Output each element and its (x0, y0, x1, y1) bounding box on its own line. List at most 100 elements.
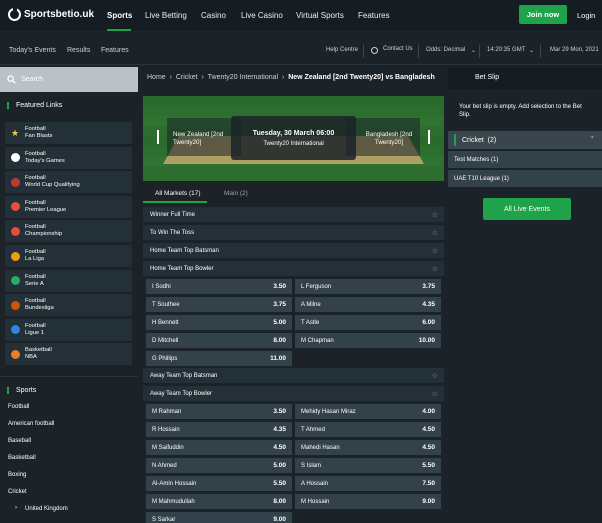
odds-selection[interactable]: T Astle 6.00 (295, 315, 441, 330)
featured-link-text: Football Fan Blasts (25, 126, 52, 140)
featured-link-item[interactable]: Football Bundesliga (5, 294, 132, 317)
selection-name: A Milne (301, 301, 321, 308)
featured-link-item[interactable]: Basketball NBA (5, 343, 132, 366)
basketball-icon (11, 349, 20, 359)
featured-link-text: Football Championship (25, 224, 62, 238)
featured-link-item[interactable]: Football Ligue 1 (5, 318, 132, 341)
selection-price: 4.35 (422, 301, 435, 308)
todays-events-link[interactable]: Today's Events (9, 47, 56, 54)
featured-link-item[interactable]: ★ Football Fan Blasts (5, 122, 132, 144)
featured-link-text: Football La Liga (25, 249, 46, 263)
odds-selection[interactable]: A Hossain 7.50 (295, 476, 441, 491)
breadcrumb-cricket[interactable]: Cricket (176, 74, 198, 81)
selection-price: 8.00 (273, 337, 286, 344)
sport-basketball[interactable]: Basketball (8, 455, 36, 461)
odds-selection[interactable]: S Sarkar 9.00 (146, 512, 292, 523)
odds-selection[interactable]: L Ferguson 3.75 (295, 279, 441, 294)
results-link[interactable]: Results (67, 47, 90, 54)
sport-region-united-kingdom[interactable]: United Kingdom (25, 506, 68, 512)
selection-name: G Phillips (152, 355, 178, 362)
help-centre-link[interactable]: Help Centre (326, 47, 358, 53)
featured-link-item[interactable]: Football La Liga (5, 245, 132, 267)
star-icon[interactable]: ☆ (432, 390, 438, 398)
odds-selection[interactable]: N Ahmed 5.00 (146, 458, 292, 473)
chevron-right-icon: › (167, 74, 174, 81)
odds-selection[interactable]: M Chapman 10.00 (295, 333, 441, 348)
odds-selection[interactable]: T Southee 3.75 (146, 297, 292, 312)
star-icon[interactable]: ☆ (432, 372, 438, 380)
selection-name: T Southee (152, 301, 180, 308)
featured-link-sport: Football (25, 126, 46, 132)
join-now-button[interactable]: Join now (519, 5, 567, 24)
market-away-top-batsman[interactable]: Away Team Top Batsman ☆ (143, 368, 444, 383)
odds-selection[interactable]: Al-Amin Hossain 5.50 (146, 476, 292, 491)
market-home-top-bowler[interactable]: Home Team Top Bowler ☆ (143, 261, 444, 276)
featured-link-item[interactable]: Football Premier League (5, 195, 132, 218)
selection-price: 5.50 (422, 462, 435, 469)
market-home-top-batsman[interactable]: Home Team Top Batsman ☆ (143, 243, 444, 258)
odds-selection[interactable]: H Bennett 5.00 (146, 315, 292, 330)
sport-boxing[interactable]: Boxing (8, 472, 26, 478)
all-live-events-button[interactable]: All Live Events (483, 198, 571, 220)
sport-football[interactable]: Football (8, 404, 29, 410)
odds-selection[interactable]: T Ahmed 4.50 (295, 422, 441, 437)
nav-virtual-sports[interactable]: Virtual Sports (296, 11, 344, 20)
star-icon[interactable]: ☆ (432, 265, 438, 273)
live-cricket-group[interactable]: Cricket (2) ⁺ (448, 131, 602, 149)
selection-price: 5.00 (273, 462, 286, 469)
featured-link-competition: Serie A (25, 280, 44, 287)
cricket-label: Cricket (462, 136, 484, 144)
market-away-top-bowler[interactable]: Away Team Top Bowler ☆ (143, 386, 444, 401)
contact-us-link[interactable]: Contact Us (383, 46, 413, 52)
star-icon[interactable]: ☆ (432, 247, 438, 255)
odds-selection[interactable]: Mehidy Hasan Miraz 4.00 (295, 404, 441, 419)
competition-test-matches[interactable]: Test Matches (1) (448, 151, 602, 168)
odds-selection[interactable]: A Milne 4.35 (295, 297, 441, 312)
nav-sports[interactable]: Sports (107, 11, 132, 20)
features-link[interactable]: Features (101, 47, 129, 54)
odds-selection[interactable]: M Rahman 3.50 (146, 404, 292, 419)
odds-selection[interactable]: M Hossain 9.00 (295, 494, 441, 509)
odds-selection[interactable]: I Sodhi 3.50 (146, 279, 292, 294)
sport-cricket[interactable]: Cricket (8, 489, 27, 495)
odds-format-select[interactable]: Odds: Decimal (426, 47, 465, 53)
divider (363, 44, 364, 58)
competition-uae-t10[interactable]: UAE T10 League (1) (448, 170, 602, 187)
tab-main[interactable]: Main (2) (224, 190, 248, 197)
featured-link-item[interactable]: Football Championship (5, 220, 132, 243)
odds-selection[interactable]: M Saifuddin 4.50 (146, 440, 292, 455)
nav-live-betting[interactable]: Live Betting (145, 11, 187, 20)
featured-link-competition: Premier League (25, 206, 67, 213)
brand-logo[interactable]: Sportsbetio.uk (8, 7, 94, 21)
nav-casino[interactable]: Casino (201, 11, 226, 20)
odds-selection[interactable]: R Hossain 4.35 (146, 422, 292, 437)
featured-link-item[interactable]: Football Today's Games (5, 146, 132, 169)
featured-link-item[interactable]: Football World Cup Qualifying (5, 171, 132, 194)
nav-features[interactable]: Features (358, 11, 390, 20)
breadcrumb-home[interactable]: Home (147, 74, 166, 81)
chevron-right-icon: › (280, 74, 287, 81)
breadcrumb-competition[interactable]: Twenty20 International (208, 74, 278, 81)
login-button[interactable]: Login (577, 11, 595, 20)
tab-all-markets[interactable]: All Markets (17) (155, 190, 201, 197)
odds-selection[interactable]: G Phillips 11.00 (146, 351, 292, 366)
nav-live-casino[interactable]: Live Casino (241, 11, 283, 20)
selection-name: M Rahman (152, 408, 182, 415)
odds-selection[interactable]: D Mitchell 8.00 (146, 333, 292, 348)
market-toss[interactable]: To Win The Toss ☆ (143, 225, 444, 240)
featured-link-text: Football World Cup Qualifying (25, 175, 80, 189)
star-icon[interactable]: ☆ (432, 229, 438, 237)
featured-link-text: Football Serie A (25, 274, 46, 288)
odds-selection[interactable]: S Islam 5.50 (295, 458, 441, 473)
odds-selection[interactable]: Mahedi Hasan 4.50 (295, 440, 441, 455)
expand-icon[interactable]: ⁺ (590, 134, 594, 143)
search-input[interactable]: Search (0, 67, 138, 92)
sport-baseball[interactable]: Baseball (8, 438, 31, 444)
sport-american-football[interactable]: American football (8, 421, 54, 427)
market-title: Away Team Top Bowler (150, 390, 213, 397)
market-winner-full-time[interactable]: Winner Full Time ☆ (143, 207, 444, 222)
selection-name: M Saifuddin (152, 444, 184, 451)
odds-selection[interactable]: M Mahmudullah 8.00 (146, 494, 292, 509)
featured-link-item[interactable]: Football Serie A (5, 269, 132, 292)
star-icon[interactable]: ☆ (432, 211, 438, 219)
